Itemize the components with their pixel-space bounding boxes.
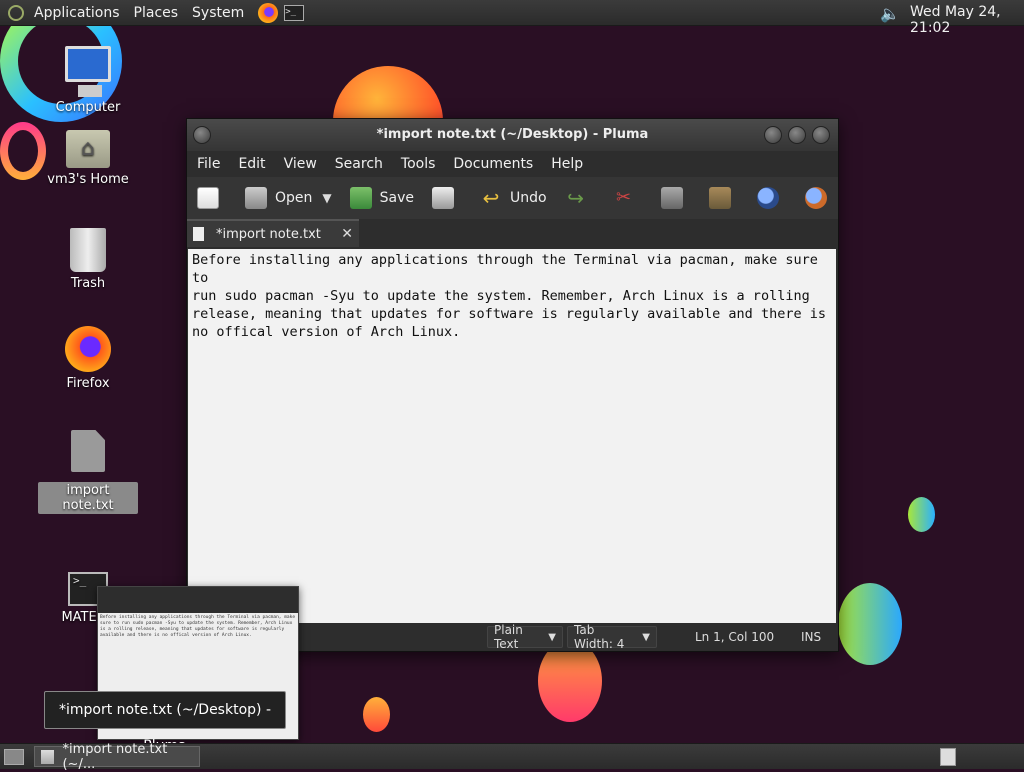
magnifier-icon xyxy=(756,187,779,209)
find-replace-button[interactable] xyxy=(804,187,835,209)
bottom-panel: *import note.txt (~/... xyxy=(0,742,1024,772)
desktop-icon-import-note[interactable]: import note.txt xyxy=(38,430,138,514)
language-value: Plain Text xyxy=(494,623,523,651)
wallpaper-orange-drop-small xyxy=(363,697,390,732)
pluma-icon xyxy=(41,749,55,764)
chevron-down-icon: ▼ xyxy=(642,631,650,643)
open-recent-dropdown[interactable]: ▼ xyxy=(322,191,331,205)
menu-logo-icon[interactable] xyxy=(8,4,24,21)
desktop-icon-label: Trash xyxy=(70,276,106,291)
close-icon[interactable]: ✕ xyxy=(341,226,353,242)
desktop-icon-label: Firefox xyxy=(66,376,110,391)
open-button[interactable]: Open xyxy=(245,187,312,209)
chevron-down-icon: ▼ xyxy=(322,191,332,205)
redo-icon: ↪ xyxy=(567,186,584,210)
minimize-button[interactable] xyxy=(764,126,782,144)
document-tabbar: *import note.txt ✕ xyxy=(187,219,838,247)
cut-button[interactable]: ✂ xyxy=(613,187,643,209)
menu-search[interactable]: Search xyxy=(335,156,383,172)
chevron-down-icon: ▼ xyxy=(548,631,556,643)
desktop-icon-home[interactable]: ⌂ vm3's Home xyxy=(38,130,138,187)
clock[interactable]: Wed May 24, 21:02 xyxy=(910,4,1024,36)
places-menu[interactable]: Places xyxy=(134,5,179,21)
text-file-icon xyxy=(193,227,204,241)
maximize-button[interactable] xyxy=(788,126,806,144)
printer-icon xyxy=(432,187,455,209)
window-menu-button[interactable] xyxy=(193,126,211,144)
taskbar-item-pluma[interactable]: *import note.txt (~/... xyxy=(34,742,200,772)
undo-label: Undo xyxy=(510,190,547,206)
thumbnail-text: Before installing any applications throu… xyxy=(100,615,296,638)
insert-mode: INS xyxy=(801,630,822,644)
menubar: File Edit View Search Tools Documents He… xyxy=(187,151,838,177)
desktop-icon-trash[interactable]: Trash xyxy=(38,228,138,291)
new-document-button[interactable] xyxy=(197,187,227,209)
tab-width-value: Tab Width: 4 xyxy=(574,623,625,651)
undo-icon: ↩ xyxy=(482,186,500,210)
computer-icon xyxy=(65,46,111,97)
redo-button[interactable]: ↪ xyxy=(565,187,595,209)
home-folder-icon: ⌂ xyxy=(66,130,110,168)
copy-button[interactable] xyxy=(660,187,691,209)
paste-button[interactable] xyxy=(708,187,739,209)
volume-icon[interactable]: 🔈 xyxy=(880,4,900,23)
clipboard-icon xyxy=(708,187,731,209)
menu-tools[interactable]: Tools xyxy=(401,156,436,172)
undo-button[interactable]: ↩ Undo xyxy=(480,187,547,209)
text-file-icon xyxy=(71,430,105,472)
save-label: Save xyxy=(379,190,415,206)
new-document-icon xyxy=(197,187,219,209)
save-button[interactable]: Save xyxy=(349,187,415,209)
find-replace-icon xyxy=(804,187,827,209)
language-selector[interactable]: Plain Text ▼ xyxy=(487,623,563,651)
wallpaper-green-drop-large xyxy=(838,583,902,665)
applications-menu[interactable]: Applications xyxy=(34,5,120,21)
tab-label: *import note.txt xyxy=(216,226,321,242)
window-title: *import note.txt (~/Desktop) - Pluma xyxy=(376,127,649,142)
open-folder-icon xyxy=(245,187,267,209)
desktop-icon-computer[interactable]: Computer xyxy=(38,46,138,115)
firefox-launcher-icon[interactable] xyxy=(258,2,279,23)
window-titlebar[interactable]: *import note.txt (~/Desktop) - Pluma xyxy=(187,119,838,151)
toolbar: Open ▼ Save ↩ Undo ↪ ✂ xyxy=(187,177,838,219)
workspace-switcher[interactable] xyxy=(940,748,956,766)
save-icon xyxy=(349,187,372,209)
desktop-icon-label: Computer xyxy=(55,100,121,115)
trash-icon xyxy=(70,228,106,272)
system-menu[interactable]: System xyxy=(192,5,244,21)
desktop-icon-firefox[interactable]: Firefox xyxy=(38,326,138,391)
thumbnail-toolbar xyxy=(98,587,298,613)
scissors-icon: ✂ xyxy=(616,187,632,208)
close-window-button[interactable] xyxy=(812,126,830,144)
menu-help[interactable]: Help xyxy=(551,156,583,172)
top-panel: Applications Places System >_ 🔈 Wed May … xyxy=(0,0,1024,36)
menu-documents[interactable]: Documents xyxy=(453,156,533,172)
menu-view[interactable]: View xyxy=(284,156,317,172)
wallpaper-green-drop-small xyxy=(908,497,935,532)
firefox-icon xyxy=(65,326,111,372)
pluma-window: *import note.txt (~/Desktop) - Pluma Fil… xyxy=(186,118,839,652)
cursor-position: Ln 1, Col 100 xyxy=(695,630,775,644)
menu-edit[interactable]: Edit xyxy=(238,156,265,172)
terminal-launcher-icon[interactable]: >_ xyxy=(284,4,305,21)
desktop-icon-label: vm3's Home xyxy=(47,172,129,187)
taskbar-tooltip: *import note.txt (~/Desktop) - Pluma xyxy=(44,691,286,754)
taskbar-item-label: *import note.txt (~/... xyxy=(62,741,168,772)
menu-file[interactable]: File xyxy=(197,156,220,172)
tab-import-note[interactable]: *import note.txt ✕ xyxy=(187,219,359,247)
find-button[interactable] xyxy=(756,187,787,209)
desktop-icon-label: import note.txt xyxy=(38,482,138,514)
open-label: Open xyxy=(275,190,313,206)
tab-width-selector[interactable]: Tab Width: 4 ▼ xyxy=(567,623,657,651)
print-button[interactable] xyxy=(432,187,462,209)
show-desktop-icon[interactable] xyxy=(4,749,24,765)
wallpaper-orange-drop xyxy=(538,640,602,722)
text-editor[interactable]: Before installing any applications throu… xyxy=(188,249,836,623)
copy-icon xyxy=(660,187,683,209)
